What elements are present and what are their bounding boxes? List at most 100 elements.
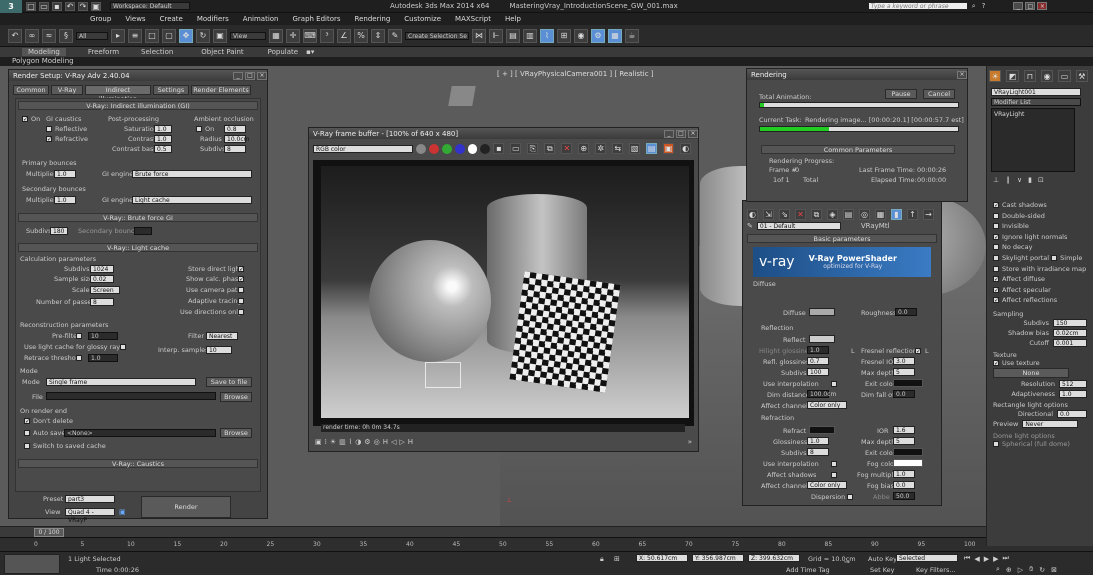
glossiness-spinner[interactable]: 1.0	[807, 437, 829, 445]
scale-dropdown[interactable]: Screen	[90, 286, 120, 294]
set-key-button[interactable]: Set Key	[870, 566, 895, 574]
help-icon[interactable]: ?	[982, 2, 986, 10]
pan-icon[interactable]: ✋︎	[1029, 565, 1033, 574]
basic-params-rollout[interactable]: Basic parameters	[747, 234, 937, 243]
saturation-spinner[interactable]: 1.0	[154, 125, 172, 133]
secondary-engine-dropdown[interactable]: Light cache	[132, 196, 252, 204]
opt-skylight-portal[interactable]: Skylight portal	[1002, 254, 1049, 262]
opt-no-decay[interactable]: No decay	[1002, 243, 1032, 251]
rect-selection-icon[interactable]: □	[145, 28, 159, 43]
configure-sets-icon[interactable]: ⊡	[1038, 176, 1044, 184]
subdivs-spinner[interactable]: 150	[1053, 318, 1087, 327]
tab-indirect-illumination[interactable]: Indirect illumination	[85, 85, 151, 103]
go-forward-icon[interactable]: →	[923, 209, 934, 220]
retrace-checkbox[interactable]	[76, 355, 82, 361]
make-unique-stack-icon[interactable]: ∨	[1017, 176, 1022, 184]
menu-modifiers[interactable]: Modifiers	[197, 15, 229, 23]
tab-vray[interactable]: V-Ray	[51, 85, 83, 95]
y-coord-field[interactable]: Y: 356.987cm	[692, 554, 744, 562]
vfb-next-icon[interactable]: ▷	[399, 438, 404, 446]
fog-color-swatch[interactable]	[893, 459, 923, 467]
edit-named-sets-icon[interactable]: ✎	[388, 28, 402, 43]
modifier-stack[interactable]: VRayLight	[991, 108, 1075, 172]
angle-snap-icon[interactable]: ∠	[337, 28, 351, 43]
mono-channel-icon[interactable]	[480, 143, 491, 154]
opt-affect-reflections[interactable]: Affect reflections	[1002, 296, 1057, 304]
mirror-icon[interactable]: ⋈	[472, 28, 486, 43]
lut-icon[interactable]: ▧	[629, 143, 641, 154]
fresnel-checkbox[interactable]: ✓	[915, 348, 921, 355]
menu-group[interactable]: Group	[90, 15, 111, 23]
app-logo-icon[interactable]: 3	[0, 0, 22, 13]
sample-size-spinner[interactable]: 0.02	[90, 275, 114, 283]
create-tab-icon[interactable]: ☀	[989, 70, 1002, 82]
search-input[interactable]: Type a keyword or phrase	[867, 2, 968, 10]
auto-key-button[interactable]: Auto Key	[868, 555, 897, 563]
filter-dropdown[interactable]: Nearest	[206, 332, 238, 340]
snaps-toggle-icon[interactable]: ³	[320, 28, 334, 43]
add-time-tag-button[interactable]: Add Time Tag	[786, 566, 830, 574]
pin-stack-icon[interactable]: ⊥	[993, 176, 999, 184]
mode-dropdown[interactable]: Single frame	[46, 378, 196, 386]
vfb-exposure-icon[interactable]: ☀	[330, 438, 336, 446]
ao-subdivs-spinner[interactable]: 8	[224, 145, 246, 153]
browse-file-button[interactable]: Browse	[220, 392, 252, 402]
preset-dropdown[interactable]: part3	[65, 495, 115, 503]
show-end-result-stack-icon[interactable]: ❙	[1005, 176, 1011, 184]
fog-mult-spinner[interactable]: 1.0	[893, 470, 915, 478]
vfb-close-icon[interactable]: ×	[688, 129, 698, 138]
ribbon-tab-object-paint[interactable]: Object Paint	[201, 48, 243, 56]
vfb-prev-icon[interactable]: ◁	[391, 438, 396, 446]
z-coord-field[interactable]: Z: 399.632cm	[748, 554, 800, 562]
refract-color-swatch[interactable]	[809, 426, 835, 434]
refl-gloss-spinner[interactable]: 0.7	[807, 357, 829, 365]
green-channel-icon[interactable]	[441, 143, 452, 154]
hilight-lock-label[interactable]: L	[851, 347, 855, 355]
align-icon[interactable]: ⊩	[489, 28, 503, 43]
dim-falloff-spinner[interactable]: 0.0	[893, 390, 915, 398]
graphite-toggle-icon[interactable]: ▥	[523, 28, 537, 43]
menu-customize[interactable]: Customize	[404, 15, 441, 23]
file-path-field[interactable]	[46, 392, 216, 400]
curve-editor-icon[interactable]: ⌇	[540, 28, 554, 43]
opt-invisible[interactable]: Invisible	[1002, 222, 1029, 230]
cutoff-spinner[interactable]: 0.001	[1053, 338, 1087, 347]
show-map-icon[interactable]: ▦	[875, 209, 886, 220]
go-to-start-icon[interactable]: ⏮︎	[964, 554, 970, 563]
link-icon[interactable]: ∞	[25, 28, 39, 43]
region-render-icon[interactable]: ✲	[595, 143, 607, 154]
selection-filter-dropdown[interactable]: All	[76, 31, 108, 40]
lock-selection-icon[interactable]: 🔒︎	[600, 555, 604, 564]
color-corrections-icon[interactable]	[415, 143, 426, 154]
rendering-titlebar[interactable]: Rendering ×	[747, 69, 967, 80]
open-file-icon[interactable]: ▭	[39, 1, 49, 11]
rs-close-icon[interactable]: ×	[257, 71, 267, 80]
timeline-ruler[interactable]: 0 5 10 15 20 25 30 35 40 45 50 55 60 65 70 75 80 85 90 95 10…	[0, 537, 986, 551]
bf-subdivs-spinner[interactable]: 180	[50, 227, 68, 235]
roughness-spinner[interactable]: 0.0	[895, 308, 917, 316]
use-cam-path-checkbox[interactable]	[238, 287, 244, 293]
vfb-minimize-icon[interactable]: _	[664, 129, 674, 138]
key-icon[interactable]: ⊸	[844, 558, 850, 566]
lock-view-icon[interactable]: ▣	[119, 508, 126, 516]
auto-save-field[interactable]: <None>	[64, 429, 216, 437]
select-rotate-icon[interactable]: ↻	[196, 28, 210, 43]
zoom-icon[interactable]: ⌕	[996, 565, 1000, 574]
material-type-button[interactable]: VRayMtl	[861, 222, 890, 230]
time-slider-thumb[interactable]: 0 / 100	[34, 528, 64, 537]
ribbon-options-icon[interactable]: ▪▾	[306, 48, 314, 56]
save-to-file-button[interactable]: Save to file	[206, 377, 252, 387]
keyboard-shortcut-icon[interactable]: ⌨	[303, 28, 317, 43]
cancel-button[interactable]: Cancel	[923, 89, 955, 99]
menu-help[interactable]: Help	[505, 15, 521, 23]
ribbon-tab-freeform[interactable]: Freeform	[88, 48, 119, 56]
lc-subdivs-spinner[interactable]: 1024	[90, 265, 114, 273]
fresnel-lock-label[interactable]: L	[925, 347, 929, 355]
play-icon[interactable]: ▶︎	[984, 555, 989, 563]
reflect-color-swatch[interactable]	[809, 335, 835, 343]
minimize-icon[interactable]: _	[1013, 2, 1024, 10]
window-crossing-icon[interactable]: ▢	[162, 28, 176, 43]
reference-coord-dropdown[interactable]: View	[230, 31, 266, 40]
assign-material-icon[interactable]: ⇘	[779, 209, 790, 220]
primary-mult-spinner[interactable]: 1.0	[54, 170, 76, 178]
